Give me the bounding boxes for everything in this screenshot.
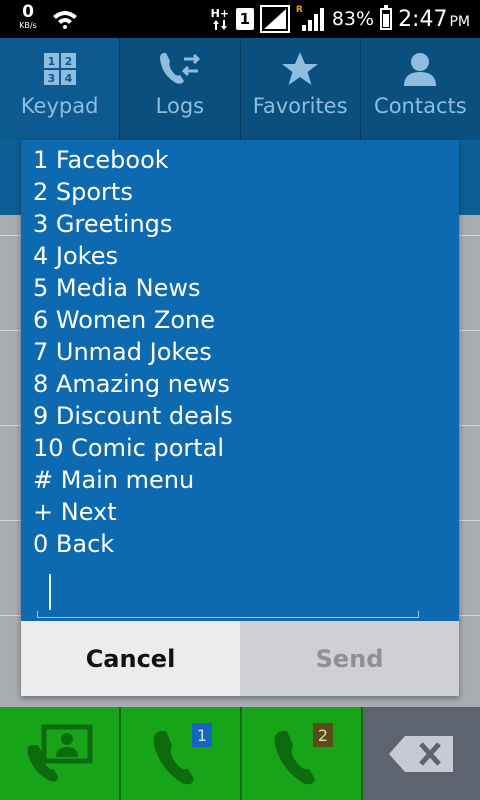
list-item: 8 Amazing news: [33, 370, 230, 398]
video-call-button[interactable]: [0, 707, 121, 800]
tab-keypad[interactable]: 1 2 3 4 Keypad: [0, 38, 121, 140]
svg-text:1: 1: [47, 55, 55, 68]
tab-logs[interactable]: Logs: [120, 38, 241, 140]
field-underline-edge: [37, 611, 38, 617]
tab-contacts-label: Contacts: [374, 94, 467, 118]
phone-sim1-icon: 1: [153, 722, 212, 784]
tab-favorites[interactable]: Favorites: [241, 38, 361, 140]
data-speed-indicator: 0 KB/s: [14, 4, 42, 30]
clock-time: 2:47: [398, 6, 448, 32]
tab-favorites-label: Favorites: [252, 94, 348, 118]
list-item: 3 Greetings: [33, 210, 173, 238]
battery-percent: 83%: [331, 8, 375, 30]
sim2-badge: 2: [317, 726, 327, 745]
list-item: + Next: [33, 498, 117, 526]
delete-button[interactable]: [363, 707, 480, 800]
signal-strength-icon: [259, 5, 290, 33]
video-call-icon: [27, 724, 92, 781]
svg-text:3: 3: [47, 72, 55, 85]
ussd-menu-list: 1 Facebook 2 Sports 3 Greetings 4 Jokes …: [33, 144, 233, 560]
dialer-action-bar: 1 2: [0, 707, 480, 800]
ussd-reply-input[interactable]: [37, 570, 419, 617]
list-item: # Main menu: [33, 466, 195, 494]
list-item: 10 Comic portal: [33, 434, 225, 462]
data-speed-unit: KB/s: [19, 21, 37, 30]
tab-logs-label: Logs: [155, 94, 205, 118]
status-bar: 0 KB/s H+ 1 R 83% 2:47 PM: [0, 0, 480, 38]
list-item: 7 Unmad Jokes: [33, 338, 212, 366]
star-icon: [281, 50, 319, 88]
tab-keypad-label: Keypad: [20, 94, 99, 118]
battery-icon: [380, 5, 393, 30]
clock: 2:47 PM: [398, 7, 470, 32]
send-button[interactable]: Send: [240, 621, 459, 696]
roaming-signal-icon: R: [296, 5, 326, 33]
list-item: 6 Women Zone: [33, 306, 215, 334]
list-item: 2 Sports: [33, 178, 133, 206]
backspace-icon: [388, 735, 453, 772]
phone-sim2-icon: 2: [274, 722, 333, 784]
call-sim2-button[interactable]: 2: [242, 707, 363, 800]
tab-contacts[interactable]: Contacts: [361, 38, 480, 140]
clock-ampm: PM: [449, 13, 470, 30]
list-item: 5 Media News: [33, 274, 201, 302]
svg-text:4: 4: [64, 72, 72, 85]
svg-text:2: 2: [64, 55, 72, 68]
dialog-button-row: Cancel Send: [21, 621, 459, 696]
network-type-indicator: H+: [210, 6, 230, 30]
sim1-badge: 1: [196, 726, 206, 745]
contact-icon: [402, 50, 438, 88]
list-item: 4 Jokes: [33, 242, 118, 270]
ussd-dialog: 1 Facebook 2 Sports 3 Greetings 4 Jokes …: [21, 140, 459, 696]
dialer-tabs: 1 2 3 4 Keypad Logs Favorites Contacts: [0, 38, 480, 140]
list-item: 1 Facebook: [33, 146, 169, 174]
data-speed-value: 0: [22, 2, 34, 22]
text-cursor: [49, 574, 51, 610]
call-sim1-button[interactable]: 1: [121, 707, 242, 800]
list-item: 0 Back: [33, 530, 115, 558]
data-arrows-icon: [212, 19, 227, 30]
sim-slot-badge: 1: [235, 8, 254, 30]
keypad-icon: 1 2 3 4: [43, 50, 77, 88]
cancel-button[interactable]: Cancel: [21, 621, 240, 696]
network-type-label: H+: [210, 6, 230, 20]
ussd-reply-field[interactable]: [37, 570, 419, 618]
wifi-icon: [52, 9, 78, 33]
logs-icon: [158, 50, 202, 88]
list-item: 9 Discount deals: [33, 402, 233, 430]
field-underline-edge: [418, 611, 419, 617]
